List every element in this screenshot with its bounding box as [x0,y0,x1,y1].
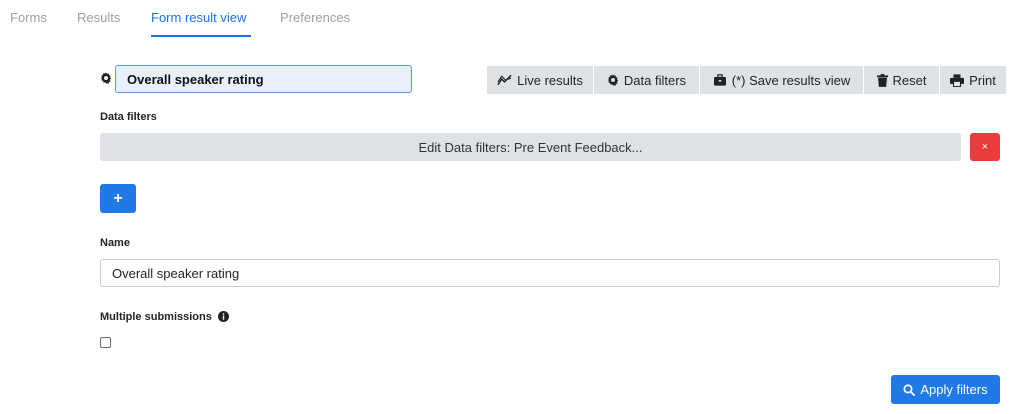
save-results-view-label: (*) Save results view [731,72,851,88]
multiple-submissions-label: Multiple submissions [100,311,212,323]
save-results-view-button[interactable]: (*) Save results view [700,66,864,94]
tab-form-result-view[interactable]: Form result view [151,10,246,25]
print-button[interactable]: Print [940,66,1006,94]
multiple-submissions-checkbox[interactable] [100,337,111,348]
name-input[interactable] [100,259,1000,287]
edit-data-filters-button[interactable]: Edit Data filters: Pre Event Feedback... [100,133,961,161]
reset-label: Reset [892,72,927,88]
data-filters-button[interactable]: Data filters [594,66,700,94]
remove-filter-button[interactable]: × [970,133,1000,161]
results-toolbar: Live results Data filters (*) Save resul… [487,66,1006,94]
search-icon [903,383,916,396]
tab-results[interactable]: Results [77,10,120,25]
gear-icon[interactable] [100,72,112,84]
print-label: Print [969,72,996,88]
apply-filters-label: Apply filters [920,382,988,397]
active-tab-underline [151,35,251,37]
result-view-title-input[interactable] [115,65,412,93]
reset-button[interactable]: Reset [864,66,940,94]
name-label: Name [100,237,130,249]
add-filter-button[interactable]: + [100,184,136,213]
live-results-label: Live results [517,72,583,88]
tab-bar: Forms Results Form result view Preferenc… [0,0,1021,38]
briefcase-icon [713,74,726,86]
live-results-button[interactable]: Live results [487,66,594,94]
data-filters-heading: Data filters [100,111,157,123]
tab-forms[interactable]: Forms [10,10,47,25]
printer-icon [950,73,965,87]
trash-icon [876,73,888,87]
apply-filters-button[interactable]: Apply filters [891,375,1000,404]
tab-preferences[interactable]: Preferences [280,10,350,25]
data-filters-label: Data filters [623,72,687,88]
line-chart-icon [497,74,512,86]
gear-icon [607,74,619,86]
info-icon[interactable] [218,311,229,322]
